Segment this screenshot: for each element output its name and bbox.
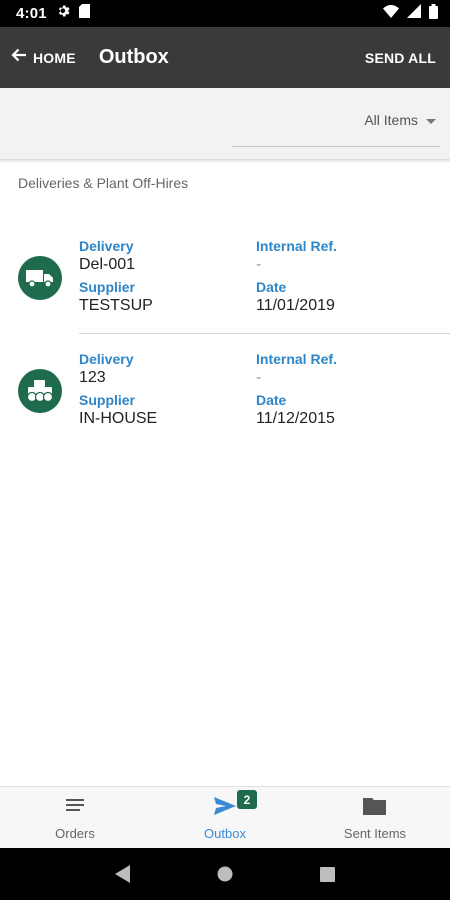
status-time: 4:01 xyxy=(16,5,47,22)
home-back-button[interactable]: HOME xyxy=(0,27,76,88)
internal-ref-value: - xyxy=(256,369,262,386)
list-divider xyxy=(79,333,450,334)
supplier-value: IN-HOUSE xyxy=(79,410,158,427)
battery-icon xyxy=(429,3,438,24)
caret-down-icon xyxy=(426,112,436,130)
filter-underline xyxy=(232,146,440,147)
nav-orders[interactable]: Orders xyxy=(0,787,150,848)
list-item[interactable]: Delivery Del-001 Supplier TESTSUP Intern… xyxy=(0,228,450,341)
date-value: 11/12/2015 xyxy=(256,410,335,427)
internal-ref-label: Internal Ref. xyxy=(256,351,337,367)
item-right-column: Internal Ref. - Date 11/12/2015 xyxy=(256,351,337,433)
send-all-button[interactable]: SEND ALL xyxy=(365,50,436,66)
date-label: Date xyxy=(256,279,287,295)
nav-label-outbox: Outbox xyxy=(204,826,246,841)
outbox-list: Delivery Del-001 Supplier TESTSUP Intern… xyxy=(0,228,450,454)
item-right-column: Internal Ref. - Date 11/01/2019 xyxy=(256,238,337,320)
arrow-left-icon xyxy=(11,47,27,68)
system-nav-bar xyxy=(0,848,450,900)
list-icon xyxy=(65,797,85,820)
section-title: Deliveries & Plant Off-Hires xyxy=(18,175,189,191)
nav-sent-items[interactable]: Sent Items xyxy=(300,787,450,848)
signal-icon xyxy=(407,4,421,23)
sd-card-icon xyxy=(78,4,90,23)
filter-bar: All Items xyxy=(0,88,450,159)
app-bar: HOME Outbox SEND ALL xyxy=(0,27,450,88)
item-left-column: Delivery Del-001 Supplier TESTSUP xyxy=(79,238,153,320)
nav-outbox[interactable]: 2 Outbox xyxy=(150,787,300,848)
filter-selected-value: All Items xyxy=(364,112,418,128)
wifi-icon xyxy=(383,4,399,23)
filter-dropdown[interactable]: All Items xyxy=(364,110,436,130)
nav-label-orders: Orders xyxy=(55,826,95,841)
send-icon xyxy=(214,797,236,820)
date-value: 11/01/2019 xyxy=(256,297,335,314)
settings-icon xyxy=(57,4,71,23)
home-circle-icon[interactable] xyxy=(205,854,245,894)
type-label: Delivery xyxy=(79,238,134,254)
divider-shadow xyxy=(0,159,450,163)
internal-ref-value: - xyxy=(256,256,262,273)
folder-icon xyxy=(363,797,387,820)
recents-square-icon[interactable] xyxy=(307,854,347,894)
date-label: Date xyxy=(256,392,287,408)
home-label: HOME xyxy=(33,49,76,66)
supplier-label: Supplier xyxy=(79,392,136,408)
status-bar: 4:01 xyxy=(0,0,450,27)
type-value: 123 xyxy=(79,369,106,386)
nav-label-sent-items: Sent Items xyxy=(343,826,407,841)
page-title: Outbox xyxy=(98,46,169,68)
bottom-nav: Orders 2 Outbox Sent Items xyxy=(0,786,450,848)
internal-ref-label: Internal Ref. xyxy=(256,238,337,254)
supplier-value: TESTSUP xyxy=(79,297,153,314)
plant-vehicle-icon xyxy=(18,369,62,413)
type-value: Del-001 xyxy=(79,256,136,273)
type-label: Delivery xyxy=(79,351,134,367)
supplier-label: Supplier xyxy=(79,279,136,295)
truck-icon xyxy=(18,256,62,300)
item-left-column: Delivery 123 Supplier IN-HOUSE xyxy=(79,351,157,433)
outbox-count-badge: 2 xyxy=(237,790,257,809)
back-triangle-icon[interactable] xyxy=(103,854,143,894)
list-item[interactable]: Delivery 123 Supplier IN-HOUSE Internal … xyxy=(0,341,450,454)
